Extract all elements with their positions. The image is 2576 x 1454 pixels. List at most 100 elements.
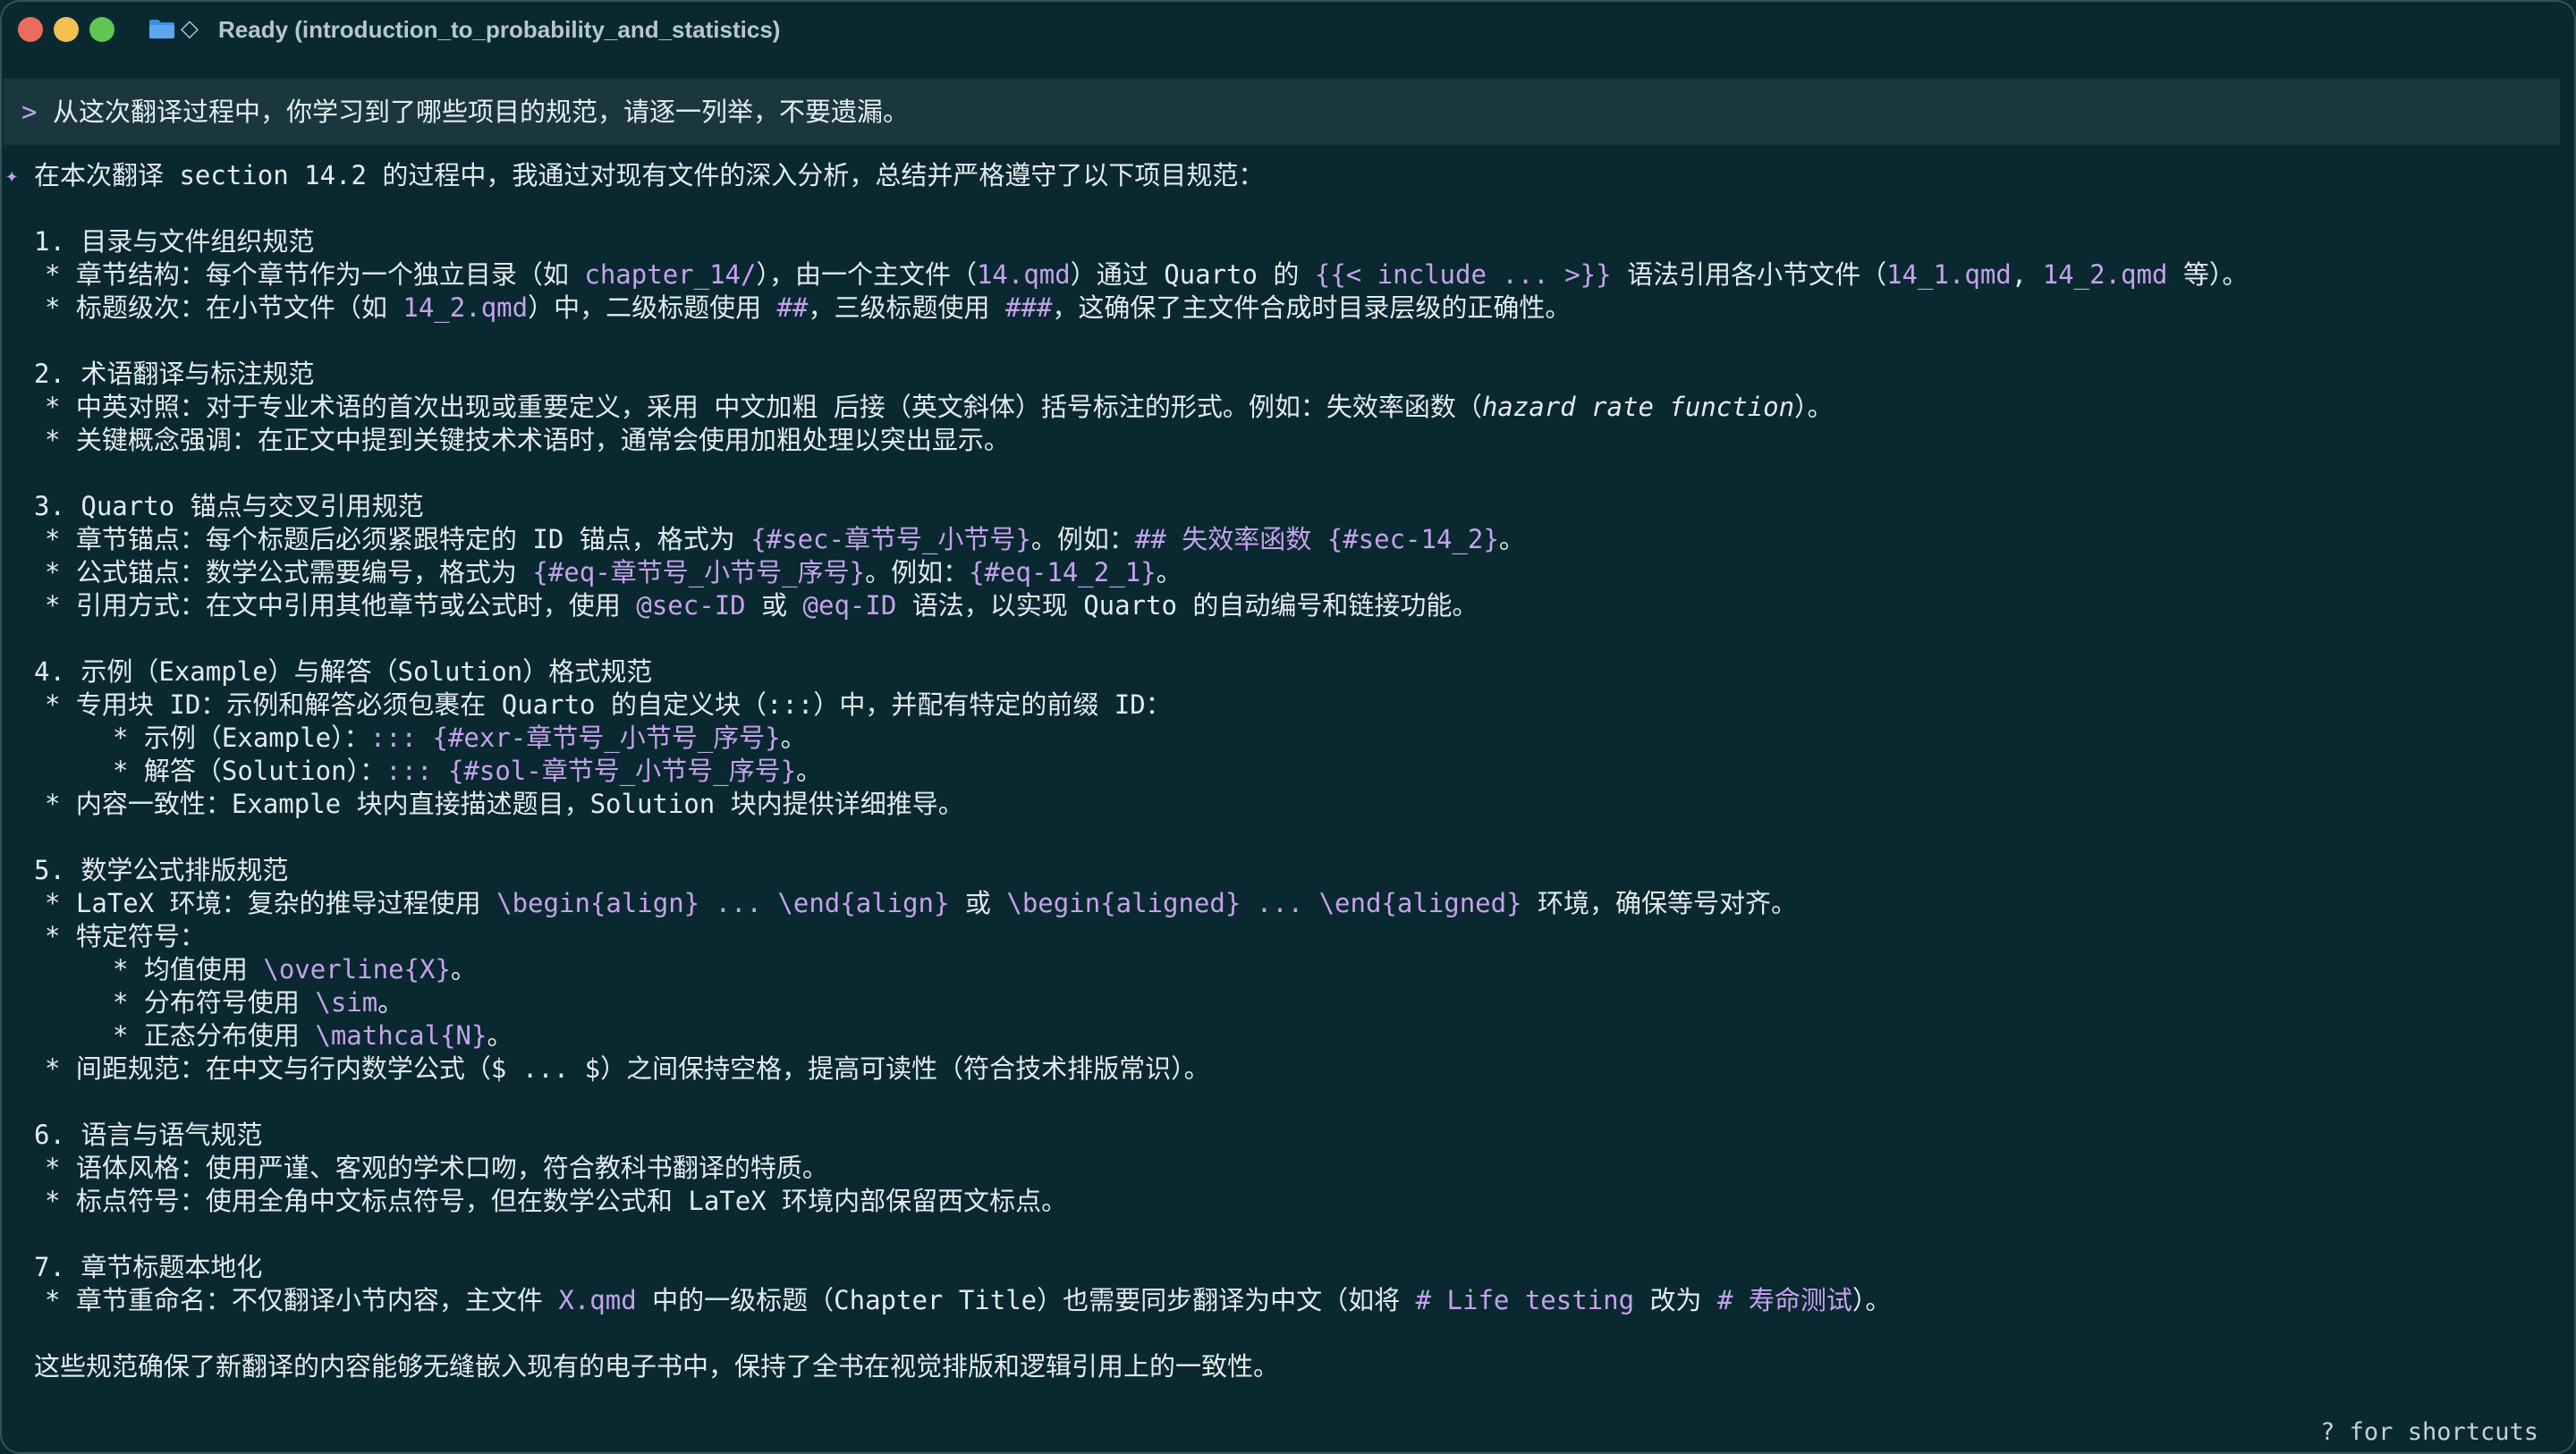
response-line: * LaTeX 环境：复杂的推导过程使用 \begin{align} ... \… [2,887,2574,920]
response-line: 4. 示例（Example）与解答（Solution）格式规范 [2,655,2574,689]
response-line: * 特定符号： [2,920,2574,953]
line-text: * 专用块 ID：示例和解答必须包裹在 Quarto 的自定义块（:::）中，并… [45,689,1172,722]
text-segment: * 关键概念强调：在正文中提到关键技术术语时，通常会使用加粗处理以突出显示。 [45,425,1010,455]
close-window-button[interactable] [18,17,43,42]
response-area: ✦ 在本次翻译 section 14.2 的过程中，我通过对现有文件的深入分析，总… [2,159,2574,1383]
response-line: * 公式锚点：数学公式需要编号，格式为 {#eq-章节号_小节号_序号}。例如：… [2,556,2574,589]
response-line: 1. 目录与文件组织规范 [2,225,2574,258]
prompt-text: 从这次翻译过程中，你学习到了哪些项目的规范，请逐一列举，不要遗漏。 [52,97,909,127]
text-segment: 6. 语言与语气规范 [34,1120,263,1150]
line-text: 5. 数学公式排版规范 [34,854,288,887]
response-line: 3. Quarto 锚点与交叉引用规范 [2,490,2574,523]
line-text: * 分布符号使用 \sim。 [113,986,403,1019]
title-bar: ◇ Ready (introduction_to_probability_and… [2,2,2574,59]
response-line: * 内容一致性：Example 块内直接描述题目，Solution 块内提供详细… [2,788,2574,821]
inline-code: 14_1.qmd [1886,259,2012,290]
inline-code: ::: {#exr-章节号_小节号_序号} [369,723,781,753]
prompt-marker: > [21,97,38,127]
response-line: * 关键概念强调：在正文中提到关键技术术语时，通常会使用加粗处理以突出显示。 [2,424,2574,457]
text-segment: * 公式锚点：数学公式需要编号，格式为 [45,557,533,588]
inline-code: @sec-ID [636,590,746,621]
line-text: * 关键概念强调：在正文中提到关键技术术语时，通常会使用加粗处理以突出显示。 [45,424,1010,457]
inline-code: {#eq-章节号_小节号_序号} [532,557,866,588]
text-segment: ）通过 Quarto 的 [1070,259,1315,290]
response-line: 这些规范确保了新翻译的内容能够无缝嵌入现有的电子书中，保持了全书在视觉排版和逻辑… [2,1350,2574,1383]
line-text: * 间距规范：在中文与行内数学公式（$ ... $）之间保持空格，提高可读性（符… [45,1052,1210,1086]
text-segment: ），由一个主文件（ [756,259,977,290]
text-segment: 。 [1498,524,1525,554]
text-segment: * 解答（Solution）： [113,756,386,786]
response-line: * 标点符号：使用全角中文标点符号，但在数学公式和 LaTeX 环境内部保留西文… [2,1185,2574,1218]
text-segment: hazard rate function [1481,392,1795,422]
text-segment: * 均值使用 [113,954,264,985]
sparkle-icon: ✦ [5,163,19,188]
prompt-bar[interactable]: > 从这次翻译过程中，你学习到了哪些项目的规范，请逐一列举，不要遗漏。 [4,79,2560,145]
line-text: * 标点符号：使用全角中文标点符号，但在数学公式和 LaTeX 环境内部保留西文… [45,1185,1067,1218]
text-segment: 。 [796,756,823,786]
line-text: * 章节重命名：不仅翻译小节内容，主文件 X.qmd 中的一级标题（Chapte… [45,1284,1891,1317]
text-segment: ，这确保了主文件合成时目录层级的正确性。 [1052,292,1572,323]
text-segment: 或 [745,590,803,621]
text-segment: 。 [377,987,404,1018]
inline-code: {#eq-14_2_1} [969,557,1157,588]
text-segment: ，三级标题使用 [808,292,1005,323]
text-segment: * 章节结构：每个章节作为一个独立目录（如 [45,259,585,290]
text-segment: * 间距规范：在中文与行内数学公式（$ ... $）之间保持空格，提高可读性（符… [45,1053,1210,1084]
text-segment: ）。 [1794,392,1834,422]
inline-code: 14_2.qmd [402,292,529,323]
response-line: * 均值使用 \overline{X}。 [2,953,2574,986]
text-segment: 7. 章节标题本地化 [34,1252,263,1282]
response-line: * 中英对照：对于专业术语的首次出现或重要定义，采用 中文加粗 后接（英文斜体）… [2,391,2574,424]
text-segment: * 章节锚点：每个标题后必须紧跟特定的 ID 锚点，格式为 [45,524,751,554]
text-segment: 在本次翻译 section 14.2 的过程中，我通过对现有文件的深入分析，总结… [34,160,1265,190]
text-segment: 。 [450,954,477,985]
line-text: * 中英对照：对于专业术语的首次出现或重要定义，采用 中文加粗 后接（英文斜体）… [45,391,1834,424]
text-segment: * 引用方式：在文中引用其他章节或公式时，使用 [45,590,637,621]
text-segment: 4. 示例（Example）与解答（Solution）格式规范 [34,656,653,687]
text-segment: 改为 [1634,1285,1717,1315]
response-line: * 正态分布使用 \mathcal{N}。 [2,1019,2574,1052]
text-segment: 。 [1156,557,1182,588]
response-line: 2. 术语翻译与标注规范 [2,358,2574,391]
response-line: ✦ 在本次翻译 section 14.2 的过程中，我通过对现有文件的深入分析，总… [2,159,2574,192]
diamond-icon: ◇ [181,15,199,42]
response-line: * 语体风格：使用严谨、客观的学术口吻，符合教科书翻译的特质。 [2,1152,2574,1185]
text-segment: 。例如： [865,557,970,588]
line-text: * 标题级次：在小节文件（如 14_2.qmd）中，二级标题使用 ##，三级标题… [45,292,1571,325]
inline-code: {{< include ... >}} [1314,259,1612,290]
inline-code: \overline{X} [263,954,451,985]
line-text: 4. 示例（Example）与解答（Solution）格式规范 [34,655,652,689]
text-segment: 或 [949,888,1007,918]
maximize-window-button[interactable] [89,17,114,42]
line-text: 6. 语言与语气规范 [34,1119,262,1152]
text-segment: * 标题级次：在小节文件（如 [45,292,403,323]
text-segment: 3. Quarto 锚点与交叉引用规范 [34,491,424,521]
text-segment: * 语体风格：使用严谨、客观的学术口吻，符合教科书翻译的特质。 [45,1153,828,1183]
response-line: 6. 语言与语气规范 [2,1119,2574,1152]
text-segment: ）中，二级标题使用 [528,292,777,323]
text-segment: 5. 数学公式排版规范 [34,855,289,885]
text-segment: 。 [780,723,807,753]
response-line: * 章节锚点：每个标题后必须紧跟特定的 ID 锚点，格式为 {#sec-章节号_… [2,523,2574,556]
inline-code: ## [776,292,809,323]
inline-code: # Life testing [1415,1285,1635,1315]
text-segment: , [2011,259,2043,290]
inline-code: chapter_14/ [584,259,757,290]
inline-code: X.qmd [558,1285,637,1315]
line-text: * 章节锚点：每个标题后必须紧跟特定的 ID 锚点，格式为 {#sec-章节号_… [45,523,1525,556]
text-segment: * 正态分布使用 [113,1020,316,1051]
text-segment: ）。 [1852,1285,1892,1315]
inline-code: \begin{aligned} ... \end{aligned} [1006,888,1522,918]
minimize-window-button[interactable] [54,17,79,42]
window-title: Ready (introduction_to_probability_and_s… [218,16,781,43]
text-segment: * 特定符号： [45,921,206,951]
text-segment: 中的一级标题（Chapter Title）也需要同步翻译为中文（如将 [636,1285,1416,1315]
line-text: 2. 术语翻译与标注规范 [34,358,314,391]
line-text: * 示例（Example）：::: {#exr-章节号_小节号_序号}。 [113,722,807,755]
inline-code: # 寿命测试 [1716,1285,1852,1315]
